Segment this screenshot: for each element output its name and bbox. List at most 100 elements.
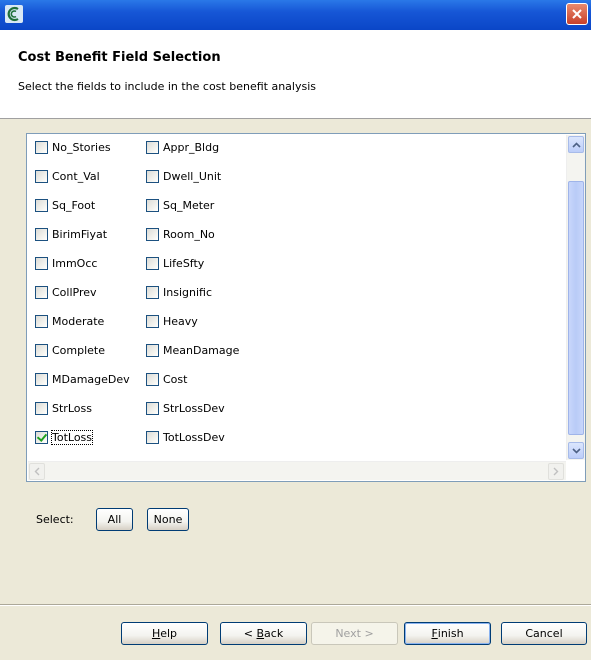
checkbox[interactable] [146, 430, 159, 444]
close-button[interactable] [566, 3, 588, 25]
scroll-right-button[interactable] [548, 463, 564, 480]
field-row-no-stories[interactable]: No_Stories [35, 137, 111, 157]
checkbox[interactable] [146, 343, 159, 357]
field-row-cost[interactable]: Cost [146, 369, 187, 389]
window-titlebar[interactable] [0, 0, 591, 30]
field-row-sq-meter[interactable]: Sq_Meter [146, 195, 214, 215]
scroll-up-button[interactable] [568, 136, 584, 153]
back-prefix: < [243, 627, 257, 640]
scroll-left-button[interactable] [29, 463, 45, 480]
close-icon [572, 9, 582, 19]
field-row-totlossdev[interactable]: TotLossDev [146, 427, 225, 447]
checkbox[interactable] [146, 285, 159, 299]
field-row-appr-bldg[interactable]: Appr_Bldg [146, 137, 219, 157]
field-label[interactable]: Appr_Bldg [163, 141, 219, 154]
wizard-header: Cost Benefit Field Selection Select the … [0, 30, 591, 119]
field-label[interactable]: Moderate [52, 315, 104, 328]
field-label[interactable]: BirimFiyat [52, 228, 107, 241]
chevron-right-icon [553, 467, 559, 476]
vertical-scroll-thumb[interactable] [568, 181, 584, 435]
checkbox[interactable] [35, 314, 48, 328]
checkbox[interactable] [146, 401, 159, 415]
checkbox[interactable] [146, 256, 159, 270]
checkbox[interactable] [146, 198, 159, 212]
field-label[interactable]: LifeSfty [163, 257, 204, 270]
field-label[interactable]: TotLossDev [163, 431, 225, 444]
field-label[interactable]: Sq_Meter [163, 199, 214, 212]
select-none-button[interactable]: None [147, 508, 189, 531]
chevron-left-icon [34, 467, 40, 476]
field-label[interactable]: Sq_Foot [52, 199, 95, 212]
field-label[interactable]: MeanDamage [163, 344, 239, 357]
checkbox[interactable] [35, 140, 48, 154]
vertical-scrollbar[interactable] [566, 135, 585, 460]
field-row-meandamage[interactable]: MeanDamage [146, 340, 239, 360]
field-row-complete[interactable]: Complete [35, 340, 105, 360]
checkbox[interactable] [35, 169, 48, 183]
help-button[interactable]: Help [121, 622, 208, 645]
field-label[interactable]: Room_No [163, 228, 215, 241]
help-mnemonic: H [151, 627, 161, 640]
checkbox[interactable] [35, 372, 48, 386]
field-row-moderate[interactable]: Moderate [35, 311, 104, 331]
finish-label: inish [437, 627, 464, 640]
scroll-down-button[interactable] [568, 442, 584, 459]
back-mnemonic: B [256, 627, 265, 640]
checkbox[interactable] [146, 169, 159, 183]
checkbox[interactable] [146, 314, 159, 328]
select-label: Select: [36, 513, 74, 526]
field-row-insignific[interactable]: Insignific [146, 282, 212, 302]
finish-button[interactable]: Finish [404, 622, 491, 645]
field-label[interactable]: Cont_Val [52, 170, 100, 183]
field-row-mdamagedev[interactable]: MDamageDev [35, 369, 130, 389]
field-row-immocc[interactable]: ImmOcc [35, 253, 97, 273]
field-label[interactable]: Insignific [163, 286, 212, 299]
field-row-sq-foot[interactable]: Sq_Foot [35, 195, 95, 215]
back-label: ack [264, 627, 284, 640]
field-row-totloss[interactable]: TotLoss [35, 427, 94, 447]
field-label[interactable]: TotLoss [50, 429, 94, 445]
field-row-birimfiyat[interactable]: BirimFiyat [35, 224, 107, 244]
checkbox[interactable] [146, 372, 159, 386]
cancel-button[interactable]: Cancel [501, 622, 587, 645]
horizontal-scrollbar[interactable] [28, 461, 566, 480]
app-logo-icon [5, 5, 23, 23]
field-row-strloss[interactable]: StrLoss [35, 398, 92, 418]
chevron-up-icon [571, 141, 581, 148]
field-label[interactable]: Dwell_Unit [163, 170, 221, 183]
field-label[interactable]: Heavy [163, 315, 198, 328]
checkbox[interactable] [35, 343, 48, 357]
field-list-panel[interactable]: No_Stories Cont_Val Sq_Foot BirimFiyat ImmOc… [26, 133, 586, 482]
checkbox[interactable] [35, 256, 48, 270]
field-row-room-no[interactable]: Room_No [146, 224, 215, 244]
field-label[interactable]: ImmOcc [52, 257, 97, 270]
checkbox[interactable] [35, 401, 48, 415]
field-row-dwell-unit[interactable]: Dwell_Unit [146, 166, 221, 186]
field-label[interactable]: StrLossDev [163, 402, 225, 415]
field-label[interactable]: Complete [52, 344, 105, 357]
field-row-strlossdev[interactable]: StrLossDev [146, 398, 225, 418]
checkbox-checked[interactable] [35, 430, 48, 444]
chevron-down-icon [571, 447, 581, 454]
page-description: Select the fields to include in the cost… [18, 80, 316, 93]
field-label[interactable]: StrLoss [52, 402, 92, 415]
back-button[interactable]: < Back [220, 622, 307, 645]
checkbox[interactable] [146, 227, 159, 241]
field-label[interactable]: CollPrev [52, 286, 97, 299]
help-label: elp [160, 627, 178, 640]
field-label[interactable]: MDamageDev [52, 373, 130, 386]
field-row-lifesfty[interactable]: LifeSfty [146, 253, 204, 273]
next-button[interactable]: Next > [311, 622, 398, 645]
field-label[interactable]: Cost [163, 373, 187, 386]
checkbox[interactable] [35, 285, 48, 299]
field-label[interactable]: No_Stories [52, 141, 111, 154]
checkbox[interactable] [146, 140, 159, 154]
page-title: Cost Benefit Field Selection [18, 50, 221, 65]
field-row-collprev[interactable]: CollPrev [35, 282, 97, 302]
checkbox[interactable] [35, 227, 48, 241]
select-all-button[interactable]: All [96, 508, 133, 531]
checkbox[interactable] [35, 198, 48, 212]
field-row-cont-val[interactable]: Cont_Val [35, 166, 100, 186]
field-row-heavy[interactable]: Heavy [146, 311, 198, 331]
footer-separator [0, 604, 591, 606]
